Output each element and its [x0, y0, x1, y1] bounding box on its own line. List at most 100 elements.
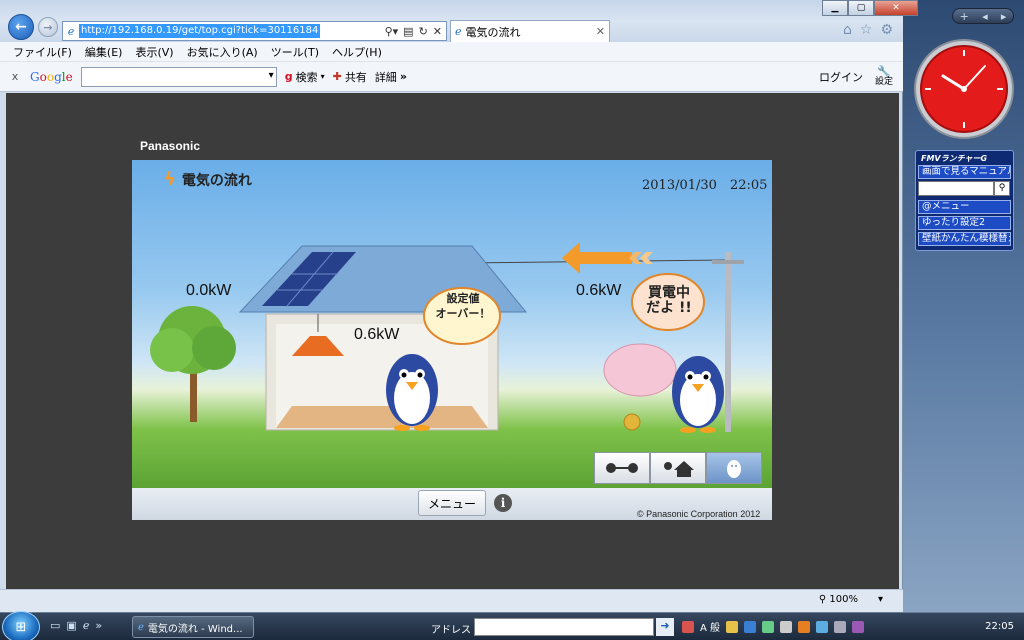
launcher-item-menu[interactable]: @メニュー — [918, 200, 1011, 214]
tray-ime-icon[interactable] — [726, 620, 739, 633]
prev-icon[interactable]: ◂ — [982, 10, 988, 23]
energy-flow-scene: ϟ 電気の流れ 2013/01/30 22:05 0.0kW 0.6kW 0.6… — [132, 160, 772, 488]
settings-button[interactable]: 🔧 設定 — [875, 64, 893, 87]
ie-icon[interactable]: ℯ — [83, 619, 90, 632]
menu-bar: ファイル(F) 編集(E) 表示(V) お気に入り(A) ツール(T) ヘルプ(… — [0, 42, 903, 62]
datetime: 2013/01/30 22:05 — [642, 178, 768, 193]
search-icon[interactable]: ⚲▾ — [385, 25, 399, 38]
piggy-bank — [603, 343, 677, 397]
tray-volume-icon[interactable] — [780, 620, 793, 633]
launcher-title: FMVランチャーG — [921, 154, 988, 163]
close-toolbar-icon[interactable]: x — [0, 70, 30, 83]
tray-security-icon[interactable] — [798, 620, 811, 633]
penguin-icon — [727, 460, 741, 478]
menu-favorites[interactable]: お気に入り(A) — [187, 44, 258, 60]
taskbar: ⊞ ▭ ▣ ℯ » ℯ 電気の流れ - Wind... アドレス ➜ A 般 2… — [0, 611, 1024, 640]
menu-button[interactable]: メニュー — [418, 490, 486, 516]
compat-icon[interactable]: ▤ — [403, 25, 413, 38]
view-character-button[interactable] — [706, 452, 762, 484]
ie-icon: ℯ — [67, 24, 75, 38]
menu-help[interactable]: ヘルプ(H) — [332, 44, 382, 60]
switch-windows-icon[interactable]: ▣ — [66, 619, 76, 632]
launcher-item-manual[interactable]: 画面で見るマニュアル — [918, 165, 1011, 179]
tray-help-icon[interactable] — [744, 620, 757, 633]
plus-icon[interactable]: + — [960, 10, 969, 23]
energy-monitor-app: ϟ 電気の流れ 2013/01/30 22:05 0.0kW 0.6kW 0.6… — [132, 160, 772, 520]
clock-gadget[interactable] — [913, 38, 1015, 140]
view-flow-button[interactable] — [594, 452, 650, 484]
system-tray: A 般 — [682, 619, 865, 634]
menu-view[interactable]: 表示(V) — [135, 44, 173, 60]
taskbar-address-input[interactable] — [474, 618, 654, 636]
more-icon[interactable]: » — [95, 619, 102, 632]
scene-art — [150, 242, 744, 433]
maximize-button[interactable]: ▢ — [848, 0, 874, 16]
app-title: ϟ 電気の流れ — [164, 169, 252, 190]
search-label: 検索 — [295, 70, 318, 84]
gadget-controls[interactable]: + ◂ ▸ — [952, 8, 1014, 24]
share-icon: ✚ — [332, 70, 342, 83]
arrow-right-icon: → — [43, 20, 53, 34]
app-title-text: 電気の流れ — [181, 172, 252, 189]
zoom-level[interactable]: ⚲ 100% — [819, 594, 858, 605]
search-button[interactable]: g 検索 ▾ — [285, 69, 325, 85]
launcher-search-input[interactable] — [918, 181, 994, 196]
login-button[interactable]: ログイン — [819, 69, 863, 85]
refresh-icon[interactable]: ↻ — [419, 25, 428, 38]
next-icon[interactable]: ▸ — [1001, 10, 1007, 23]
url-text[interactable]: http://192.168.0.19/get/top.cgi?tick=301… — [79, 24, 321, 38]
bubble-over-text: 設定値 オーバー！ — [435, 292, 491, 320]
close-window-button[interactable]: ✕ — [874, 0, 918, 16]
google-search-input[interactable] — [80, 66, 277, 87]
star-icon[interactable]: ☆ — [860, 22, 873, 38]
ie-icon: ℯ — [138, 621, 144, 633]
back-button[interactable]: ← — [8, 14, 34, 40]
close-tab-icon[interactable]: ✕ — [596, 25, 605, 38]
launcher-item-settings[interactable]: ゆったり設定2 — [918, 216, 1011, 230]
go-arrow-icon[interactable]: ➜ — [656, 618, 674, 636]
details-label: 詳細 — [374, 70, 397, 84]
google-g-icon: g — [284, 70, 293, 83]
menu-edit[interactable]: 編集(E) — [85, 44, 123, 60]
quick-launch: ▭ ▣ ℯ » — [50, 619, 102, 632]
google-logo: Google — [30, 69, 73, 84]
more-icon: » — [399, 70, 407, 83]
search-icon[interactable]: ⚲ — [994, 181, 1010, 196]
ie-icon: ℯ — [455, 25, 462, 38]
menu-file[interactable]: ファイル(F) — [13, 44, 72, 60]
info-button[interactable]: i — [494, 494, 512, 512]
zoom-dropdown-icon[interactable]: ▾ — [878, 594, 883, 605]
menu-tools[interactable]: ツール(T) — [271, 44, 319, 60]
gear-icon[interactable]: ⚙ — [880, 22, 893, 38]
view-switcher — [594, 452, 762, 484]
status-bar: ⚲ 100% ▾ — [0, 589, 903, 612]
stop-icon[interactable]: ✕ — [433, 25, 442, 38]
forward-button[interactable]: → — [38, 17, 58, 37]
tray-app-icon[interactable] — [682, 620, 694, 633]
zoom-icon: ⚲ — [818, 594, 827, 605]
grid-kw: 0.6kW — [576, 282, 622, 299]
taskbar-clock[interactable]: 22:05 — [985, 621, 1014, 632]
home-icon[interactable]: ⌂ — [843, 22, 852, 38]
google-toolbar: x Google g 検索▾ ✚ 共有 詳細 » ログイン 🔧 設定 — [0, 62, 903, 92]
tray-update-icon[interactable] — [816, 620, 829, 633]
tab-title: 電気の流れ — [465, 25, 521, 39]
minimize-button[interactable]: ▁ — [822, 0, 848, 16]
show-desktop-icon[interactable]: ▭ — [50, 619, 60, 632]
power-flow-arrow — [562, 242, 653, 274]
tab-active[interactable]: ℯ 電気の流れ ✕ — [450, 20, 610, 42]
launcher-item-wallpaper[interactable]: 壁紙かんたん模様替え — [918, 232, 1011, 246]
address-bar[interactable]: ℯ http://192.168.0.19/get/top.cgi?tick=3… — [62, 21, 447, 41]
details-button[interactable]: 詳細 » — [375, 69, 407, 85]
share-button[interactable]: ✚ 共有 — [333, 69, 367, 85]
tray-misc-icon[interactable] — [852, 620, 865, 633]
bubble-buy-text: 買電中 だよ !! — [646, 285, 692, 316]
taskbar-item-ie[interactable]: ℯ 電気の流れ - Wind... — [132, 616, 254, 638]
lightning-icon: ϟ — [164, 169, 176, 190]
tray-power-icon[interactable] — [834, 620, 847, 633]
view-house-button[interactable] — [650, 452, 706, 484]
wrench-icon: 🔧 — [877, 64, 891, 78]
start-button[interactable]: ⊞ — [2, 611, 40, 640]
ime-indicator[interactable]: A 般 — [700, 619, 720, 634]
tray-network-icon[interactable] — [762, 620, 775, 633]
